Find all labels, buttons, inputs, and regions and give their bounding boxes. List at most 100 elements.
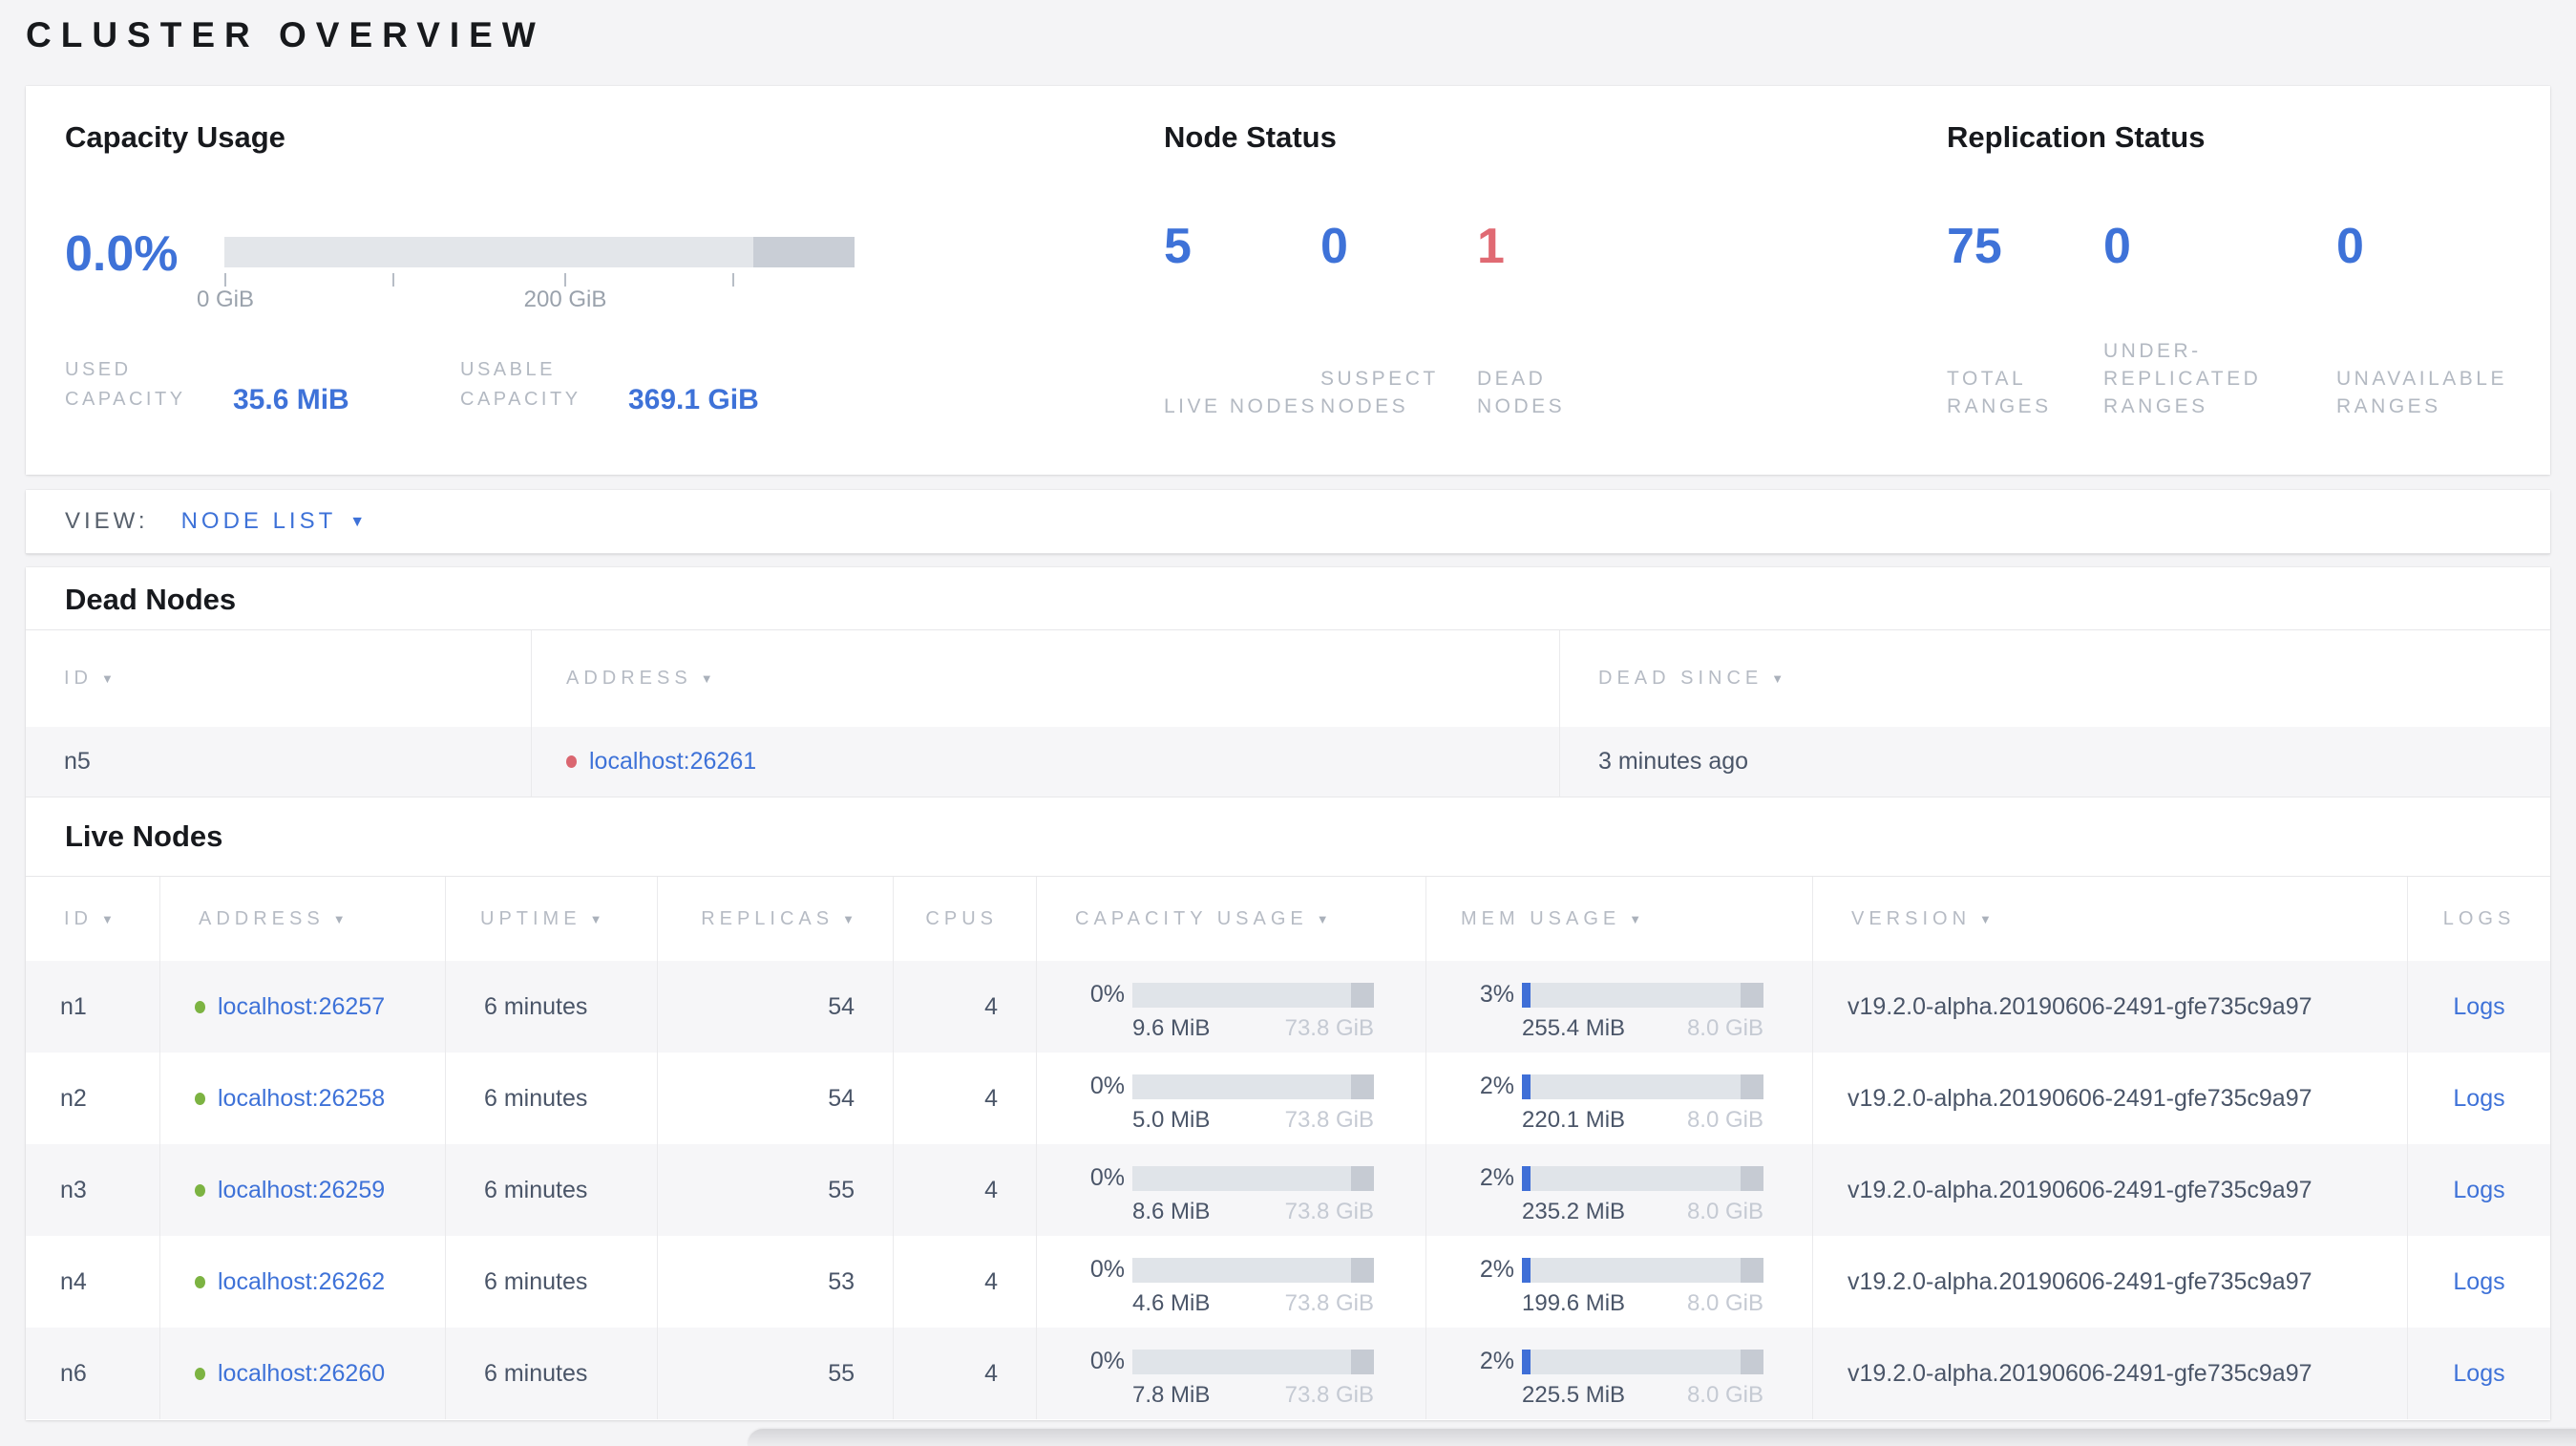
mem-usage-cell: 2% 235.2 MiB 8.0 GiB xyxy=(1426,1144,1813,1236)
view-selector-bar: VIEW: NODE LIST ▼ xyxy=(26,490,2550,554)
dead-since-cell: 3 minutes ago xyxy=(1560,727,2550,797)
logs-link[interactable]: Logs xyxy=(2453,993,2504,1021)
capacity-usage-cell: 0% 8.6 MiB 73.8 GiB xyxy=(1037,1144,1426,1236)
logs-cell: Logs xyxy=(2408,1328,2550,1419)
mem-usage-cell: 3% 255.4 MiB 8.0 GiB xyxy=(1426,961,1813,1053)
version-cell: v19.2.0-alpha.20190606-2491-gfe735c9a97 xyxy=(1813,1236,2408,1328)
column-header-address[interactable]: ADDRESS ▼ xyxy=(532,630,1560,727)
column-header-version[interactable]: VERSION ▼ xyxy=(1813,877,2408,961)
replicas-cell: 55 xyxy=(658,1144,894,1236)
nodes-card: Dead Nodes ID ▼ ADDRESS ▼ DEAD SINCE ▼ n xyxy=(26,567,2550,1420)
mem-minibar xyxy=(1522,982,1763,1008)
node-address-link[interactable]: localhost:26259 xyxy=(218,1177,385,1204)
sort-arrow-icon: ▼ xyxy=(1629,911,1642,926)
logs-cell: Logs xyxy=(2408,1236,2550,1328)
replicas-cell: 54 xyxy=(658,1053,894,1144)
live-nodes-title: Live Nodes xyxy=(65,819,223,853)
node-address-link[interactable]: localhost:26261 xyxy=(589,748,756,776)
column-header-cpus: CPUS xyxy=(894,877,1037,961)
column-header-mem-usage[interactable]: MEM USAGE ▼ xyxy=(1426,877,1813,961)
capacity-usage-cell: 0% 7.8 MiB 73.8 GiB xyxy=(1037,1328,1426,1419)
total-ranges-stat: 75 TOTAL RANGES xyxy=(1947,219,2052,417)
page-title: CLUSTER OVERVIEW xyxy=(26,15,545,54)
cpus-cell: 4 xyxy=(894,1236,1037,1328)
column-header-id[interactable]: ID ▼ xyxy=(26,877,160,961)
capacity-usage-cell: 0% 5.0 MiB 73.8 GiB xyxy=(1037,1053,1426,1144)
cpus-cell: 4 xyxy=(894,1053,1037,1144)
capacity-usage-percent: 0.0% xyxy=(65,226,179,282)
capacity-minibar xyxy=(1132,1257,1374,1283)
mem-usage-cell: 2% 220.1 MiB 8.0 GiB xyxy=(1426,1053,1813,1144)
replicas-cell: 53 xyxy=(658,1236,894,1328)
dead-nodes-stat: 1 DEAD NODES xyxy=(1477,219,1566,417)
axis-tick-label: 0 GiB xyxy=(196,287,255,312)
sort-arrow-icon: ▼ xyxy=(332,911,346,926)
live-status-dot-icon xyxy=(195,1183,205,1197)
logs-link[interactable]: Logs xyxy=(2453,1085,2504,1113)
capacity-usage-cell: 0% 4.6 MiB 73.8 GiB xyxy=(1037,1236,1426,1328)
replicas-cell: 55 xyxy=(658,1328,894,1419)
node-address-link[interactable]: localhost:26262 xyxy=(218,1268,385,1296)
sort-arrow-icon: ▼ xyxy=(1316,911,1329,926)
live-status-dot-icon xyxy=(195,1000,205,1013)
dead-nodes-title: Dead Nodes xyxy=(65,583,237,616)
mem-minibar xyxy=(1522,1349,1763,1374)
column-header-address[interactable]: ADDRESS ▼ xyxy=(160,877,446,961)
dead-nodes-table: ID ▼ ADDRESS ▼ DEAD SINCE ▼ n5 localhost… xyxy=(26,629,2550,797)
axis-tick xyxy=(732,273,734,287)
live-status-dot-icon xyxy=(195,1275,205,1288)
table-row: n5 localhost:26261 3 minutes ago xyxy=(26,727,2550,797)
node-id-cell: n4 xyxy=(26,1236,160,1328)
cpus-cell: 4 xyxy=(894,961,1037,1053)
column-header-uptime[interactable]: UPTIME ▼ xyxy=(446,877,658,961)
uptime-cell: 6 minutes xyxy=(446,961,658,1053)
uptime-cell: 6 minutes xyxy=(446,1144,658,1236)
logs-cell: Logs xyxy=(2408,961,2550,1053)
node-address-link[interactable]: localhost:26258 xyxy=(218,1085,385,1113)
version-cell: v19.2.0-alpha.20190606-2491-gfe735c9a97 xyxy=(1813,961,2408,1053)
table-row: n4 localhost:26262 6 minutes 53 4 0% 4.6… xyxy=(26,1236,2550,1328)
sort-arrow-icon: ▼ xyxy=(101,911,114,926)
mem-minibar xyxy=(1522,1074,1763,1099)
replicas-cell: 54 xyxy=(658,961,894,1053)
view-label: VIEW: xyxy=(65,508,149,534)
capacity-usage-heading: Capacity Usage xyxy=(65,120,285,154)
logs-cell: Logs xyxy=(2408,1144,2550,1236)
sort-arrow-icon: ▼ xyxy=(101,671,114,686)
cpus-cell: 4 xyxy=(894,1328,1037,1419)
mem-minibar xyxy=(1522,1257,1763,1283)
uptime-cell: 6 minutes xyxy=(446,1236,658,1328)
logs-link[interactable]: Logs xyxy=(2453,1268,2504,1296)
used-capacity-label: USED CAPACITY xyxy=(65,359,186,410)
logs-link[interactable]: Logs xyxy=(2453,1177,2504,1204)
column-header-capacity-usage[interactable]: CAPACITY USAGE ▼ xyxy=(1037,877,1426,961)
node-address-cell: localhost:26262 xyxy=(160,1236,446,1328)
view-dropdown[interactable]: NODE LIST ▼ xyxy=(181,508,370,535)
summary-card: Capacity Usage 0.0% 0 GiB 200 GiB USED C… xyxy=(26,86,2550,475)
dead-table-header-row: ID ▼ ADDRESS ▼ DEAD SINCE ▼ xyxy=(26,630,2550,727)
axis-tick-label: 200 GiB xyxy=(523,287,607,312)
usable-capacity-stat: USABLE CAPACITY 369.1 GiB xyxy=(460,355,759,415)
live-status-dot-icon xyxy=(195,1367,205,1380)
live-nodes-table: ID ▼ ADDRESS ▼ UPTIME ▼ REPLICAS ▼ CPUS xyxy=(26,876,2550,1419)
capacity-minibar xyxy=(1132,982,1374,1008)
used-capacity-value: 35.6 MiB xyxy=(233,384,349,415)
logs-link[interactable]: Logs xyxy=(2453,1360,2504,1388)
suspect-nodes-stat: 0 SUSPECT NODES xyxy=(1320,219,1439,417)
column-header-id[interactable]: ID ▼ xyxy=(26,630,532,727)
column-header-replicas[interactable]: REPLICAS ▼ xyxy=(658,877,894,961)
table-row: n6 localhost:26260 6 minutes 55 4 0% 7.8… xyxy=(26,1328,2550,1419)
column-header-dead-since[interactable]: DEAD SINCE ▼ xyxy=(1560,630,2550,727)
live-status-dot-icon xyxy=(195,1092,205,1105)
mem-minibar xyxy=(1522,1165,1763,1191)
node-address-cell: localhost:26258 xyxy=(160,1053,446,1144)
mem-usage-cell: 2% 225.5 MiB 8.0 GiB xyxy=(1426,1328,1813,1419)
capacity-usage-bar xyxy=(224,237,855,267)
view-dropdown-value: NODE LIST xyxy=(180,508,337,534)
under-replicated-ranges-stat: 0 UNDER-REPLICATED RANGES xyxy=(2103,219,2262,417)
node-address-link[interactable]: localhost:26260 xyxy=(218,1360,385,1388)
sort-arrow-icon: ▼ xyxy=(589,911,602,926)
axis-tick xyxy=(392,273,394,287)
capacity-minibar xyxy=(1132,1074,1374,1099)
node-address-link[interactable]: localhost:26257 xyxy=(218,993,385,1021)
